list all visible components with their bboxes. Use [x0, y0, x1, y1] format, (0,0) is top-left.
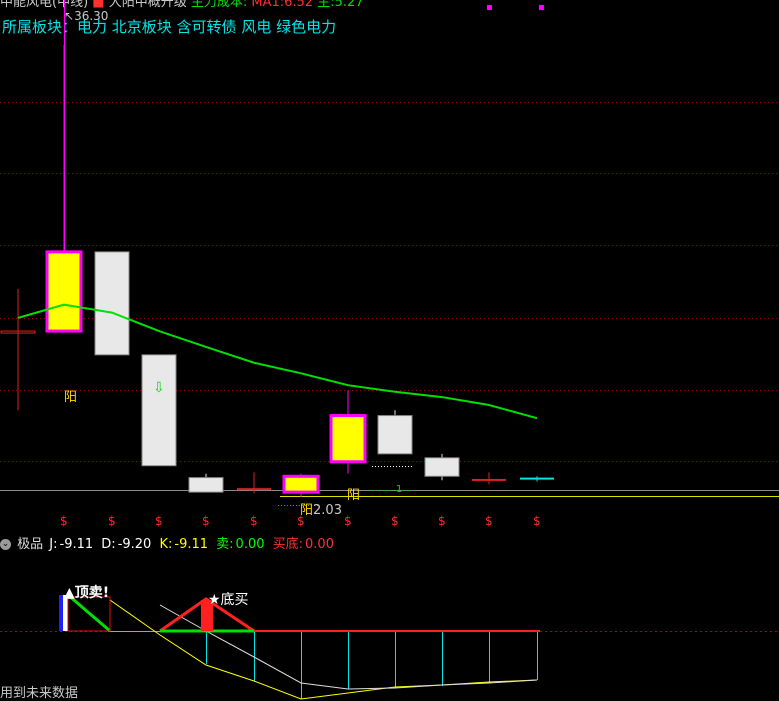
peak-price-label: ↖36.30	[64, 9, 108, 23]
candle-body[interactable]	[472, 478, 506, 481]
sell-marker: $	[108, 514, 116, 528]
indicator-header: ⌄ 极品 J: -9.11 D: -9.20 K: -9.11 卖: 0.00 买底: 0…	[0, 533, 338, 553]
corner-dot: ▪	[538, 2, 545, 13]
sell-marker: $	[155, 514, 163, 528]
sell-marker: $	[250, 514, 258, 528]
yang-label: 阳	[64, 390, 78, 405]
yang-label: 阳	[347, 488, 361, 503]
sell-marker: $	[391, 514, 399, 528]
sell-item: 卖: 0.00	[216, 537, 265, 552]
candles	[0, 44, 554, 497]
sell-marker: $	[202, 514, 210, 528]
sell-marker: $	[438, 514, 446, 528]
candle-body[interactable]	[329, 414, 367, 464]
candle-body[interactable]	[45, 250, 83, 333]
sell-marker: $	[60, 514, 68, 528]
sell-marker: $	[533, 514, 541, 528]
sell-marker: $	[297, 514, 305, 528]
bottom-buy-signal: ★底买	[208, 592, 249, 608]
candle-body[interactable]	[282, 474, 320, 494]
candle-body[interactable]	[141, 354, 177, 467]
sell-markers-row: $ $ $ $ $ $ $ $ $ $ $	[0, 514, 779, 530]
candle-body[interactable]	[377, 415, 413, 455]
top-sell-bar-blue	[59, 595, 63, 631]
peak-value: 36.30	[74, 9, 109, 23]
future-data-note: 用到未来数据	[0, 686, 79, 701]
j-item: J: -9.11	[49, 537, 94, 552]
peak-prefix: ↖	[64, 9, 75, 23]
candle-body[interactable]	[237, 488, 271, 491]
down-arrow-icon: ⇩	[153, 380, 165, 396]
candle-body[interactable]	[94, 251, 130, 356]
candle-body[interactable]	[188, 477, 224, 493]
top-sell-signal: ▲顶卖!	[64, 585, 110, 601]
candle-body[interactable]	[520, 477, 554, 480]
sell-marker: $	[344, 514, 352, 528]
d-item: D: -9.20	[101, 537, 152, 552]
indicator-name[interactable]: 极品	[17, 537, 43, 552]
price-chart[interactable]: ⇩ 1 ▪ ▪	[0, 0, 779, 530]
small-tick-mark: 1	[396, 484, 402, 495]
candle-body[interactable]	[424, 457, 460, 477]
buy-bottom-item: 买底: 0.00	[272, 537, 334, 552]
indicator-chart[interactable]	[0, 553, 779, 700]
k-item: K: -9.11	[159, 537, 209, 552]
sell-marker: $	[485, 514, 493, 528]
corner-dot: ▪	[486, 2, 493, 13]
chevron-down-icon[interactable]: ⌄	[0, 539, 11, 550]
